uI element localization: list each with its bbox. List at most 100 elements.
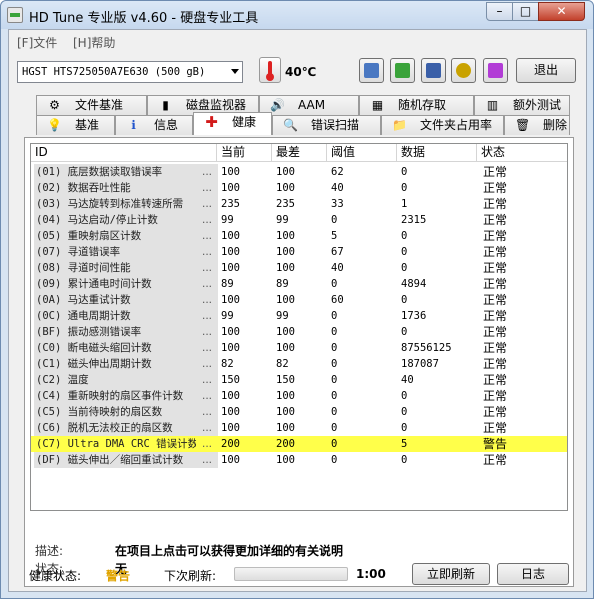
save-button[interactable]: [421, 58, 446, 83]
table-row[interactable]: (C1) 磁头伸出周期计数... 82 82 0 187087 正常: [31, 356, 567, 372]
speaker-icon: 🔊: [270, 98, 285, 112]
attribute-worst: 100: [276, 454, 295, 466]
copy-screen-button[interactable]: [390, 58, 415, 83]
table-row[interactable]: (0C) 通电周期计数... 99 99 0 1736 正常: [31, 308, 567, 324]
table-row[interactable]: (04) 马达启动/停止计数... 99 99 0 2315 正常: [31, 212, 567, 228]
extra-tests-icon: ▥: [486, 98, 499, 112]
tab-health[interactable]: ✚ 健康: [193, 112, 272, 135]
attribute-threshold: 0: [331, 438, 338, 450]
table-row[interactable]: (03) 马达旋转到标准转速所需... 235 235 33 1 正常: [31, 196, 567, 212]
tab-info[interactable]: ℹ 信息: [115, 115, 193, 135]
tab-erase[interactable]: 🗑 删除: [504, 115, 570, 135]
attribute-status: 正常: [483, 181, 508, 195]
attribute-name: (02) 数据吞吐性能: [34, 180, 218, 196]
tab-bar: ⚙ 文件基准 ▮ 磁盘监视器 🔊 AAM ▦ 随机存取 ▥ 额外测试 💡 基准: [24, 95, 574, 137]
tab-error-scan[interactable]: 🔍 错误扫描: [272, 115, 381, 135]
menu-file[interactable]: [F]文件: [17, 34, 57, 51]
tab-file-benchmark[interactable]: ⚙ 文件基准: [36, 95, 147, 115]
tab-benchmark[interactable]: 💡 基准: [36, 115, 115, 135]
minimize-button[interactable]: –: [486, 2, 513, 21]
copy-info-icon: [364, 63, 379, 78]
attribute-status: 正常: [483, 453, 508, 467]
header-status[interactable]: 状态: [477, 144, 567, 162]
attribute-worst: 89: [276, 278, 289, 290]
attribute-name: (05) 重映射扇区计数: [34, 228, 218, 244]
health-status-label: 健康状态:: [29, 569, 82, 583]
table-row[interactable]: (C7) Ultra DMA CRC 错误计数... 200 200 0 5 警告: [31, 436, 567, 452]
tab-extra-tests[interactable]: ▥ 额外测试: [474, 95, 570, 115]
attribute-status: 正常: [483, 229, 508, 243]
attribute-worst: 235: [276, 198, 295, 210]
toolbar: HGST HTS725050A7E630 (500 gB) 40℃ 退出: [9, 52, 586, 92]
title-bar[interactable]: HD Tune 专业版 v4.60 - 硬盘专业工具 – □ ✕: [1, 1, 593, 29]
attribute-current: 100: [221, 454, 240, 466]
table-row[interactable]: (02) 数据吞吐性能... 100 100 40 0 正常: [31, 180, 567, 196]
attribute-worst: 100: [276, 422, 295, 434]
options-button[interactable]: [451, 58, 476, 83]
drive-select[interactable]: HGST HTS725050A7E630 (500 gB): [17, 61, 243, 83]
attribute-status: 正常: [483, 309, 508, 323]
hdtune-app-icon: [7, 7, 23, 23]
table-row[interactable]: (08) 寻道时间性能... 100 100 40 0 正常: [31, 260, 567, 276]
attribute-threshold: 62: [331, 166, 344, 178]
table-row[interactable]: (C0) 断电磁头缩回计数... 100 100 0 87556125 正常: [31, 340, 567, 356]
truncation-ellipsis: ...: [196, 340, 218, 356]
table-row[interactable]: (DF) 磁头伸出／缩回重试计数... 100 100 0 0 正常: [31, 452, 567, 468]
copy-screen-icon: [395, 63, 410, 78]
attribute-data: 87556125: [401, 342, 452, 354]
attribute-data: 0: [401, 326, 408, 338]
tab-folder-usage[interactable]: 📁 文件夹占用率: [381, 115, 504, 135]
attribute-status: 警告: [483, 437, 508, 451]
header-threshold[interactable]: 阈值: [327, 144, 397, 162]
tab-aam[interactable]: 🔊 AAM: [259, 95, 359, 115]
download-button[interactable]: [483, 58, 508, 83]
attribute-threshold: 0: [331, 374, 338, 386]
table-row[interactable]: (C2) 温度... 150 150 0 40 正常: [31, 372, 567, 388]
table-row[interactable]: (05) 重映射扇区计数... 100 100 5 0 正常: [31, 228, 567, 244]
attribute-data: 0: [401, 454, 408, 466]
attribute-current: 99: [221, 310, 234, 322]
table-row[interactable]: (C5) 当前待映射的扇区数... 100 100 0 0 正常: [31, 404, 567, 420]
attribute-status: 正常: [483, 213, 508, 227]
exit-button[interactable]: 退出: [516, 58, 576, 83]
table-row[interactable]: (07) 寻道错误率... 100 100 67 0 正常: [31, 244, 567, 260]
attribute-current: 100: [221, 230, 240, 242]
tab-random-access[interactable]: ▦ 随机存取: [359, 95, 474, 115]
footer-bar: 健康状态: 警告 下次刷新: 1:00 立即刷新 日志: [9, 560, 586, 592]
header-data[interactable]: 数据: [397, 144, 477, 162]
table-row[interactable]: (09) 累计通电时间计数... 89 89 0 4894 正常: [31, 276, 567, 292]
attribute-worst: 100: [276, 390, 295, 402]
copy-info-button[interactable]: [359, 58, 384, 83]
table-row[interactable]: (C6) 脱机无法校正的扇区数... 100 100 0 0 正常: [31, 420, 567, 436]
attribute-current: 100: [221, 246, 240, 258]
table-row[interactable]: (BF) 振动感测错误率... 100 100 0 0 正常: [31, 324, 567, 340]
table-row[interactable]: (C4) 重新映射的扇区事件计数... 100 100 0 0 正常: [31, 388, 567, 404]
health-cross-icon: ✚: [205, 113, 218, 131]
close-button[interactable]: ✕: [538, 2, 585, 21]
refresh-now-button[interactable]: 立即刷新: [412, 563, 490, 585]
header-current[interactable]: 当前: [217, 144, 272, 162]
truncation-ellipsis: ...: [196, 244, 218, 260]
attribute-worst: 100: [276, 342, 295, 354]
header-worst[interactable]: 最差: [272, 144, 327, 162]
attribute-name: (08) 寻道时间性能: [34, 260, 218, 276]
smart-table[interactable]: ID 当前 最差 阈值 数据 状态 (01) 底层数据读取错误率... 100 10…: [30, 143, 568, 511]
truncation-ellipsis: ...: [196, 292, 218, 308]
menu-help[interactable]: [H]帮助: [73, 34, 115, 51]
attribute-name: (07) 寻道错误率: [34, 244, 218, 260]
attribute-name: (C0) 断电磁头缩回计数: [34, 340, 218, 356]
attribute-current: 82: [221, 358, 234, 370]
attribute-status: 正常: [483, 341, 508, 355]
attribute-threshold: 60: [331, 294, 344, 306]
window-title: HD Tune 专业版 v4.60 - 硬盘专业工具: [29, 11, 259, 26]
header-id[interactable]: ID: [31, 144, 217, 162]
table-row[interactable]: (0A) 马达重试计数... 100 100 60 0 正常: [31, 292, 567, 308]
log-button[interactable]: 日志: [497, 563, 569, 585]
maximize-button[interactable]: □: [512, 2, 539, 21]
table-row[interactable]: (01) 底层数据读取错误率... 100 100 62 0 正常: [31, 164, 567, 180]
attribute-threshold: 40: [331, 182, 344, 194]
attribute-current: 100: [221, 294, 240, 306]
truncation-ellipsis: ...: [196, 324, 218, 340]
attribute-data: 0: [401, 166, 408, 178]
attribute-name: (0A) 马达重试计数: [34, 292, 218, 308]
